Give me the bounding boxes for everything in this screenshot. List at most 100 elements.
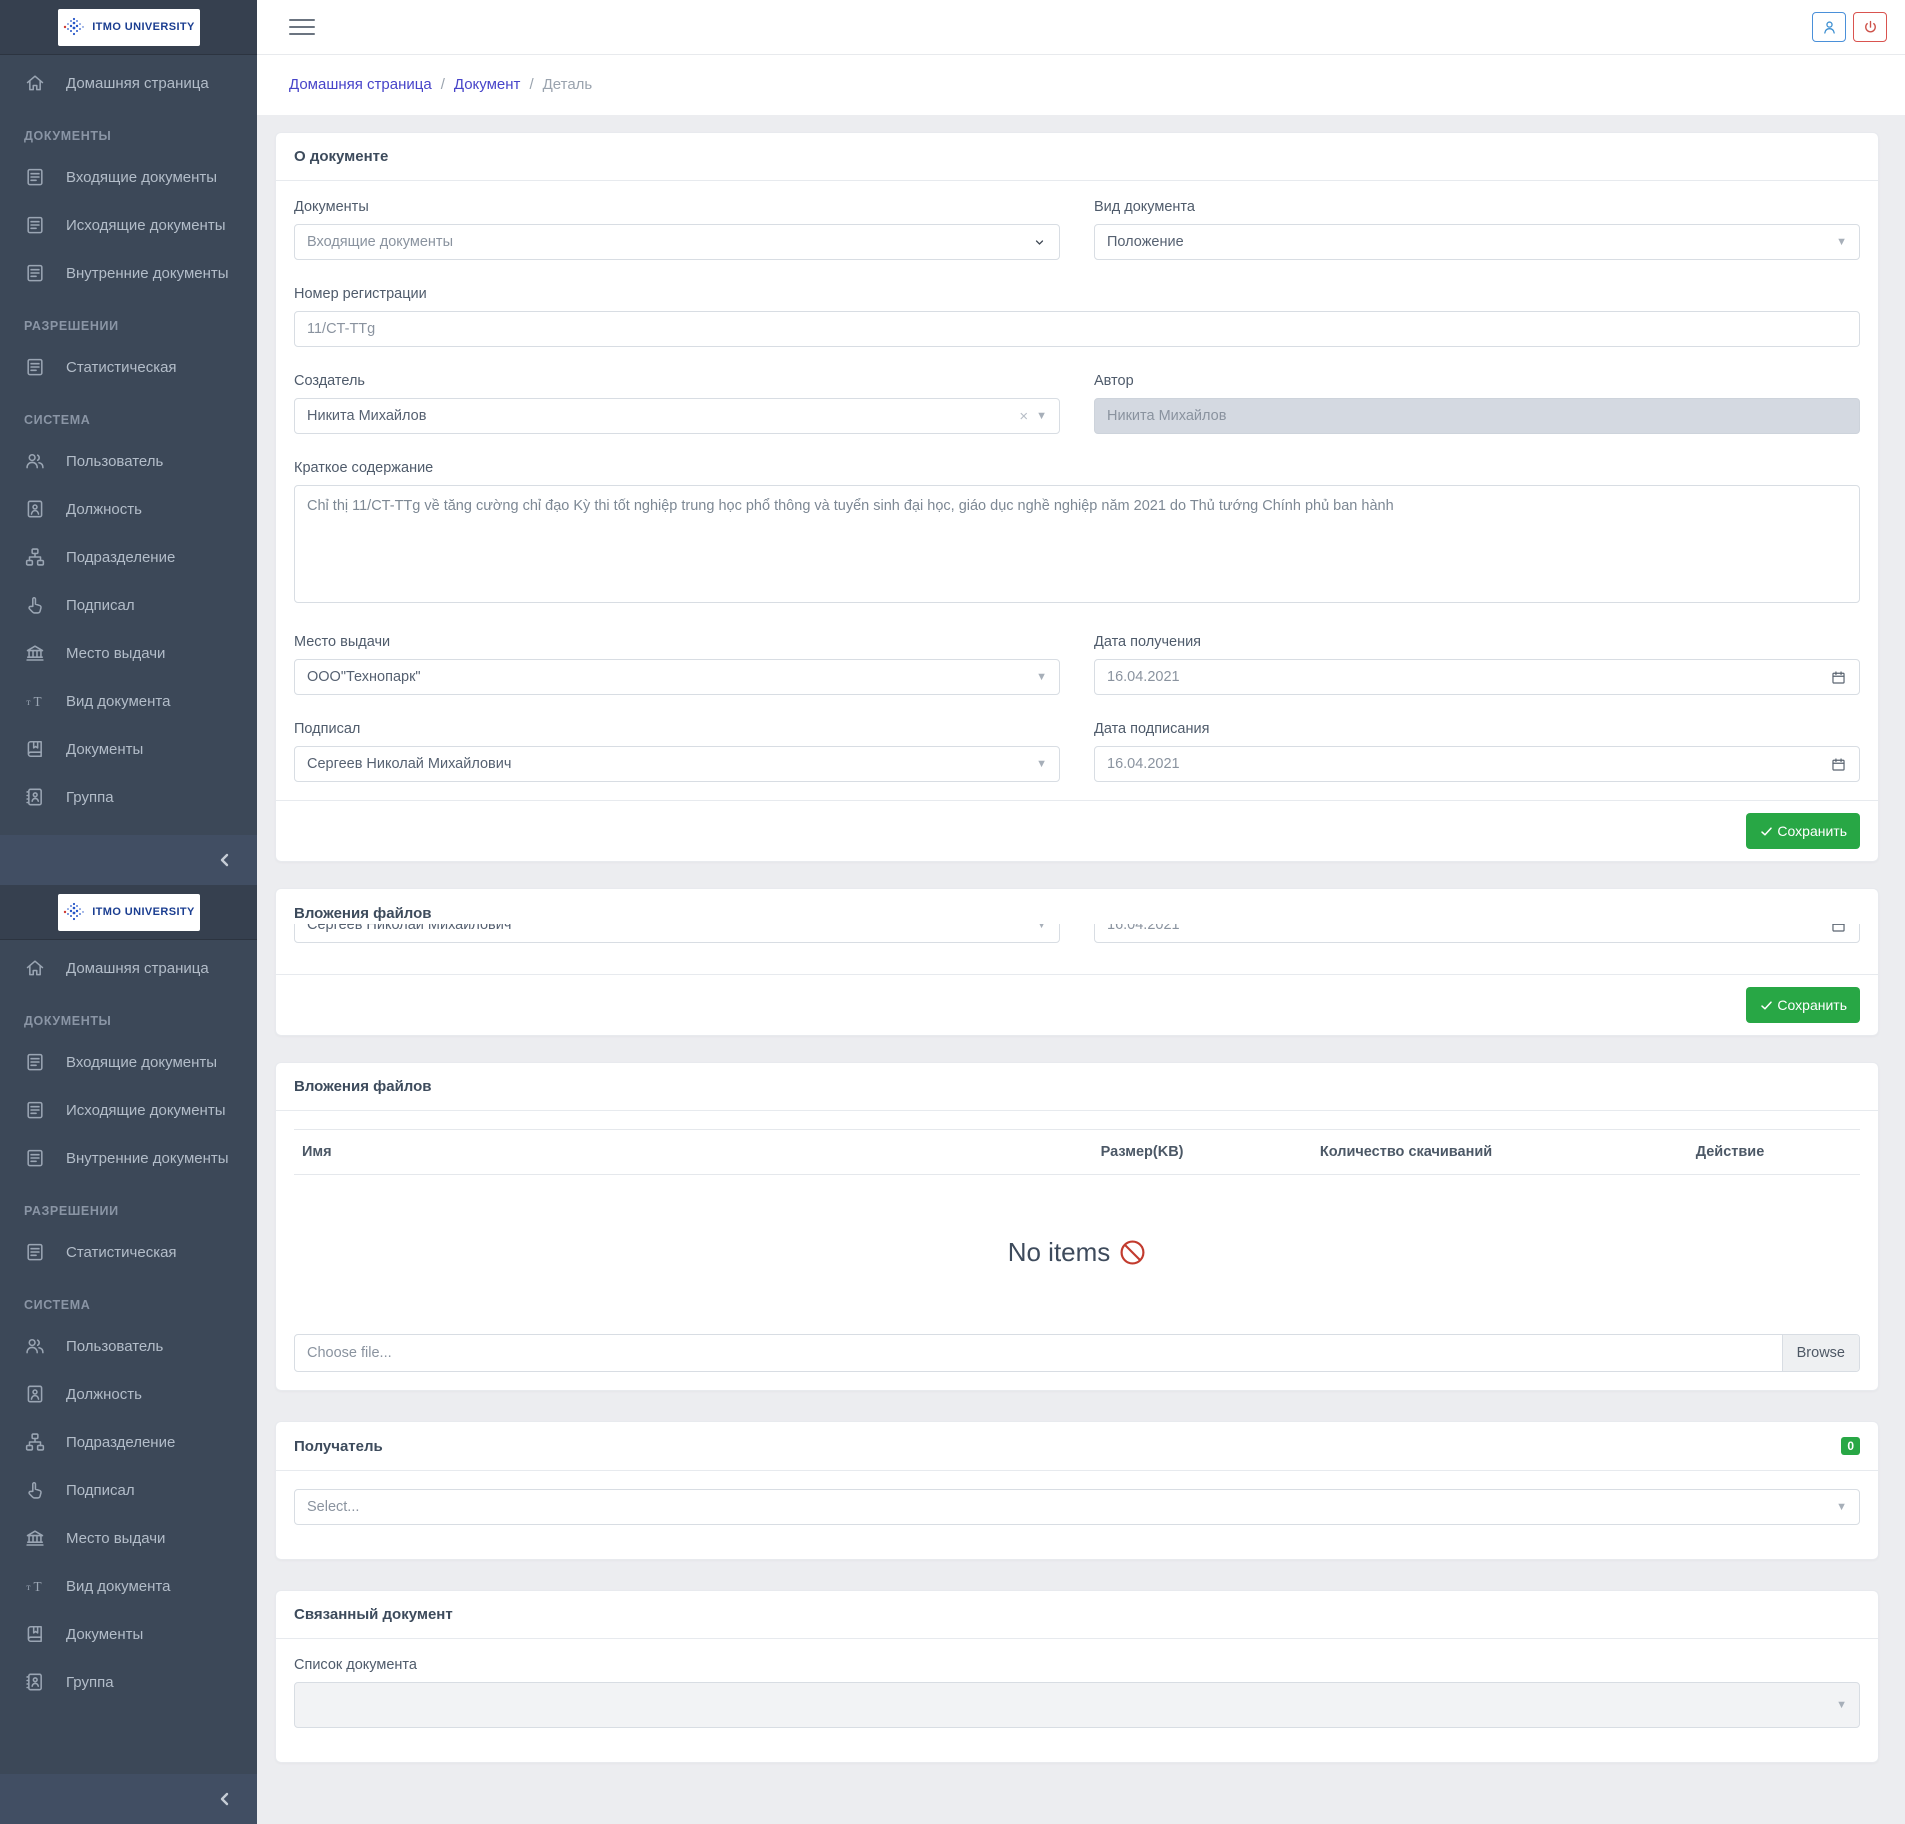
itmo-logo[interactable]: ITMO UNIVERSITY [58, 9, 200, 46]
sidebar-item-group[interactable]: Группа [0, 1658, 257, 1706]
sidebar-item-outgoing-documents[interactable]: Исходящие документы [0, 1086, 257, 1134]
users-icon [24, 450, 46, 472]
chevron-left-icon [217, 852, 233, 868]
column-header-action: Действие [1688, 1130, 1860, 1175]
signer-label: Подписал [294, 721, 1060, 737]
sidebar-item-position[interactable]: Должность [0, 485, 257, 533]
chevron-down-icon [1032, 235, 1047, 250]
sidebar-nav-2: Домашняя страницаДОКУМЕНТЫВходящие докум… [0, 940, 257, 1706]
sidebar-item-signer[interactable]: Подписал [0, 581, 257, 629]
svg-text:Т: Т [33, 1579, 41, 1594]
sidebar-item-internal-documents[interactable]: Внутренние документы [0, 249, 257, 297]
sidebar-item-documents[interactable]: Документы [0, 725, 257, 773]
save-button[interactable]: Сохранить [1746, 813, 1860, 849]
sidebar-item-user[interactable]: Пользователь [0, 1322, 257, 1370]
breadcrumb-document-link[interactable]: Документ [454, 76, 521, 93]
itmo-logo[interactable]: ITMO UNIVERSITY [58, 894, 200, 931]
sidebar-item-department[interactable]: Подразделение [0, 1418, 257, 1466]
sidebar-item-label: Подразделение [66, 1434, 175, 1451]
profile-button[interactable] [1812, 12, 1846, 42]
attachments-table-card: Вложения файлов Имя Размер(KB) Количеств… [275, 1062, 1879, 1391]
signer-select[interactable]: Сергеев Николай Михайлович ▼ [294, 746, 1060, 782]
column-header-downloads: Количество скачиваний [1312, 1130, 1688, 1175]
sidebar-item-statistics[interactable]: Статистическая [0, 1228, 257, 1276]
sidebar-collapse-button-2[interactable] [0, 1774, 257, 1824]
clear-icon[interactable]: × [1019, 408, 1028, 425]
sidebar-item-group[interactable]: Группа [0, 773, 257, 821]
sign-date-label: Дата подписания [1094, 721, 1860, 737]
issue-place-select[interactable]: ООО"Технопарк" ▼ [294, 659, 1060, 695]
sidebar-item-label: Подписал [66, 1482, 135, 1499]
sidebar-item-home[interactable]: Домашняя страница [0, 944, 257, 992]
breadcrumb-separator: / [441, 76, 445, 93]
hamburger-menu-icon[interactable] [289, 14, 315, 40]
sidebar-item-incoming-documents[interactable]: Входящие документы [0, 153, 257, 201]
save-button[interactable]: Сохранить [1746, 987, 1860, 1023]
creator-select[interactable]: Никита Михайлов × ▼ [294, 398, 1060, 434]
documents-label: Документы [294, 199, 1060, 215]
calendar-icon[interactable] [1830, 669, 1847, 686]
type-icon: тТ [24, 1575, 46, 1597]
badge-icon [24, 1383, 46, 1405]
sidebar-item-position[interactable]: Должность [0, 1370, 257, 1418]
card-header: Получатель 0 [276, 1422, 1878, 1471]
sidebar-item-internal-documents[interactable]: Внутренние документы [0, 1134, 257, 1182]
logo-text: ITMO UNIVERSITY [92, 906, 195, 918]
sidebar-item-statistics[interactable]: Статистическая [0, 343, 257, 391]
sidebar-item-issue-place[interactable]: Место выдачи [0, 629, 257, 677]
documents-select[interactable]: Входящие документы [294, 224, 1060, 260]
doc-type-label: Вид документа [1094, 199, 1860, 215]
recipient-select[interactable]: Select... ▼ [294, 1489, 1860, 1525]
sidebar-item-doc-type[interactable]: тТВид документа [0, 1562, 257, 1610]
reg-number-input[interactable]: 11/CT-TTg [294, 311, 1860, 347]
sidebar-item-label: Исходящие документы [66, 1102, 225, 1119]
related-document-card: Связанный документ Список документа ▼ [275, 1590, 1879, 1763]
sidebar-item-label: Подписал [66, 597, 135, 614]
sidebar-item-documents[interactable]: Документы [0, 1610, 257, 1658]
home-icon [24, 957, 46, 979]
file-placeholder: Choose file... [295, 1335, 1782, 1371]
sidebar-item-home[interactable]: Домашняя страница [0, 59, 257, 107]
sidebar-section-header: РАЗРЕШЕНИИ [0, 297, 257, 343]
sidebar-logo-header-2: ITMO UNIVERSITY [0, 885, 257, 940]
browse-button[interactable]: Browse [1782, 1335, 1859, 1371]
sidebar-item-label: Должность [66, 1386, 142, 1403]
calendar-icon[interactable] [1830, 756, 1847, 773]
sidebar-item-signer[interactable]: Подписал [0, 1466, 257, 1514]
receive-date-input[interactable]: 16.04.2021 [1094, 659, 1860, 695]
summary-textarea[interactable]: Chỉ thị 11/CT-TTg về tăng cường chỉ đạo … [294, 485, 1860, 603]
sidebar-item-department[interactable]: Подразделение [0, 533, 257, 581]
check-icon [1759, 824, 1774, 839]
doc-type-select[interactable]: Положение ▼ [1094, 224, 1860, 260]
svg-text:т: т [26, 1583, 30, 1593]
chevron-left-icon [217, 1791, 233, 1807]
idcard-icon [24, 1671, 46, 1693]
sidebar-item-outgoing-documents[interactable]: Исходящие документы [0, 201, 257, 249]
svg-text:т: т [26, 698, 30, 708]
clipped-form-row: Сергеев Николай Михайлович ▼ 16.04.2021 [294, 924, 1860, 944]
author-label: Автор [1094, 373, 1860, 389]
doc-icon [24, 262, 46, 284]
doc-icon [24, 214, 46, 236]
logo-text: ITMO UNIVERSITY [92, 21, 195, 33]
sidebar-item-doc-type[interactable]: тТВид документа [0, 677, 257, 725]
clipped-signer-select[interactable]: Сергеев Николай Михайлович ▼ [294, 924, 1060, 943]
breadcrumb-home-link[interactable]: Домашняя страница [289, 76, 432, 93]
logout-button[interactable] [1853, 12, 1887, 42]
sidebar-section-header: ДОКУМЕНТЫ [0, 992, 257, 1038]
sidebar-item-user[interactable]: Пользователь [0, 437, 257, 485]
sidebar-collapse-button[interactable] [0, 835, 257, 885]
file-upload-input[interactable]: Choose file... Browse [294, 1334, 1860, 1372]
sidebar-item-label: Пользователь [66, 453, 163, 470]
sidebar-item-label: Внутренние документы [66, 265, 229, 282]
clipped-date-input[interactable]: 16.04.2021 [1094, 924, 1860, 943]
breadcrumb: Домашняя страница / Документ / Деталь [257, 55, 1905, 115]
caret-down-icon: ▼ [1836, 1699, 1847, 1711]
sidebar-item-issue-place[interactable]: Место выдачи [0, 1514, 257, 1562]
sidebar-item-incoming-documents[interactable]: Входящие документы [0, 1038, 257, 1086]
sidebar-item-label: Место выдачи [66, 1530, 165, 1547]
reg-number-label: Номер регистрации [294, 286, 1860, 302]
sign-date-input[interactable]: 16.04.2021 [1094, 746, 1860, 782]
caret-down-icon: ▼ [1036, 924, 1047, 931]
summary-label: Краткое содержание [294, 460, 1860, 476]
